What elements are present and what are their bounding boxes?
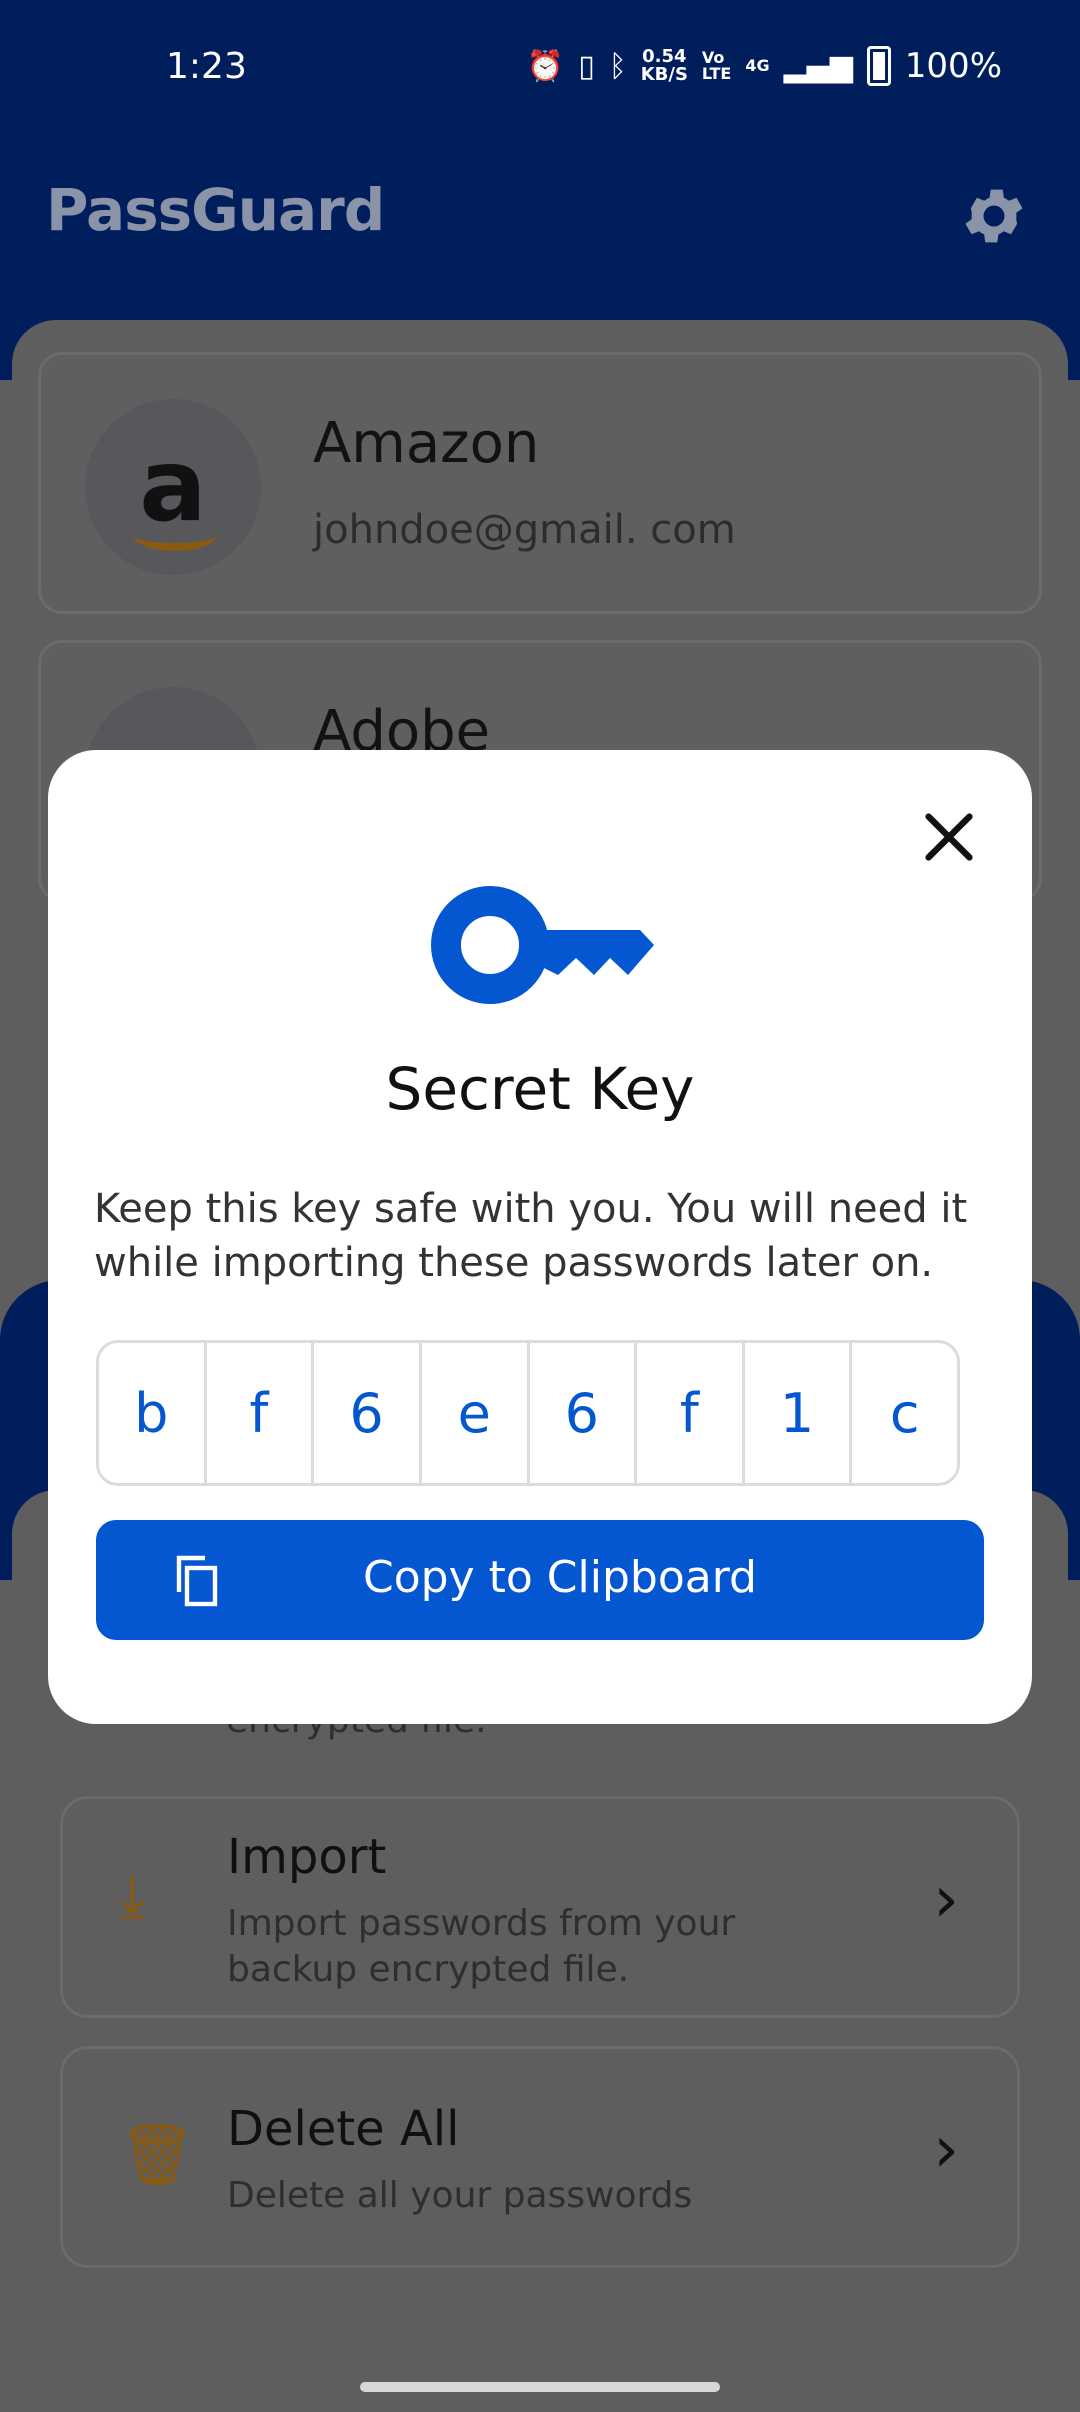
account-name: Amazon — [313, 411, 540, 476]
status-bar: 1:23 ⏰ ▯ ᛒ 0.54 KB/S Vo LTE 4G ▂▄▆ 100% — [0, 0, 1080, 140]
volte-indicator: Vo LTE — [701, 48, 732, 83]
network-type: 4G — [745, 56, 770, 75]
app-title: PassGuard — [46, 176, 385, 244]
import-description: Import passwords from your backup encryp… — [227, 1903, 736, 1990]
key-char: f — [637, 1343, 745, 1483]
key-char: 6 — [314, 1343, 422, 1483]
navigation-bar — [0, 2364, 1080, 2412]
battery-icon — [866, 46, 891, 86]
alarm-icon: ⏰ — [526, 48, 565, 84]
key-char: 6 — [530, 1343, 638, 1483]
status-time: 1:23 — [166, 46, 247, 87]
home-gesture-handle[interactable] — [360, 2382, 720, 2392]
delete-all-row[interactable]: 🗑 Delete All Delete all your passwords › — [60, 2046, 1020, 2268]
status-icons: ⏰ ▯ ᛒ 0.54 KB/S Vo LTE 4G ▂▄▆ 100% — [527, 46, 1002, 86]
chevron-right-icon: › — [933, 1863, 959, 1937]
chevron-right-icon: › — [933, 2113, 959, 2187]
key-char: b — [99, 1343, 207, 1483]
delete-all-title: Delete All — [227, 2101, 460, 2157]
vibrate-icon: ▯ — [578, 48, 595, 84]
import-title: Import — [227, 1829, 387, 1885]
delete-all-description: Delete all your passwords — [227, 2175, 693, 2216]
key-icon — [431, 886, 654, 1004]
key-char: f — [207, 1343, 315, 1483]
trash-list-icon: 🗑 — [119, 2120, 196, 2190]
copy-button-label: Copy to Clipboard — [363, 1552, 757, 1603]
network-speed: 0.54 KB/S — [640, 46, 688, 85]
key-char: e — [422, 1343, 530, 1483]
download-icon: ⤓ — [119, 1861, 146, 1931]
dialog-title: Secret Key — [385, 1055, 695, 1123]
close-icon[interactable] — [914, 802, 984, 872]
signal-icon: ▂▄▆ — [783, 48, 853, 84]
import-row[interactable]: ⤓ Import Import passwords from your back… — [60, 1796, 1020, 2018]
battery-percent: 100% — [904, 46, 1002, 86]
secret-key-display: b f 6 e 6 f 1 c — [96, 1340, 960, 1486]
copy-to-clipboard-button[interactable]: Copy to Clipboard — [96, 1520, 984, 1640]
account-email: johndoe@gmail. com — [313, 507, 736, 553]
key-char: c — [889, 1381, 920, 1445]
gear-icon[interactable] — [958, 180, 1030, 252]
amazon-logo-icon: a — [85, 399, 261, 575]
key-char: 1 — [745, 1343, 853, 1483]
secret-key-dialog: Secret Key Keep this key safe with you. … — [48, 750, 1032, 1724]
bluetooth-icon: ᛒ — [608, 48, 627, 84]
account-card[interactable]: a Amazon johndoe@gmail. com — [38, 352, 1042, 614]
dialog-description: Keep this key safe with you. You will ne… — [94, 1186, 968, 1286]
